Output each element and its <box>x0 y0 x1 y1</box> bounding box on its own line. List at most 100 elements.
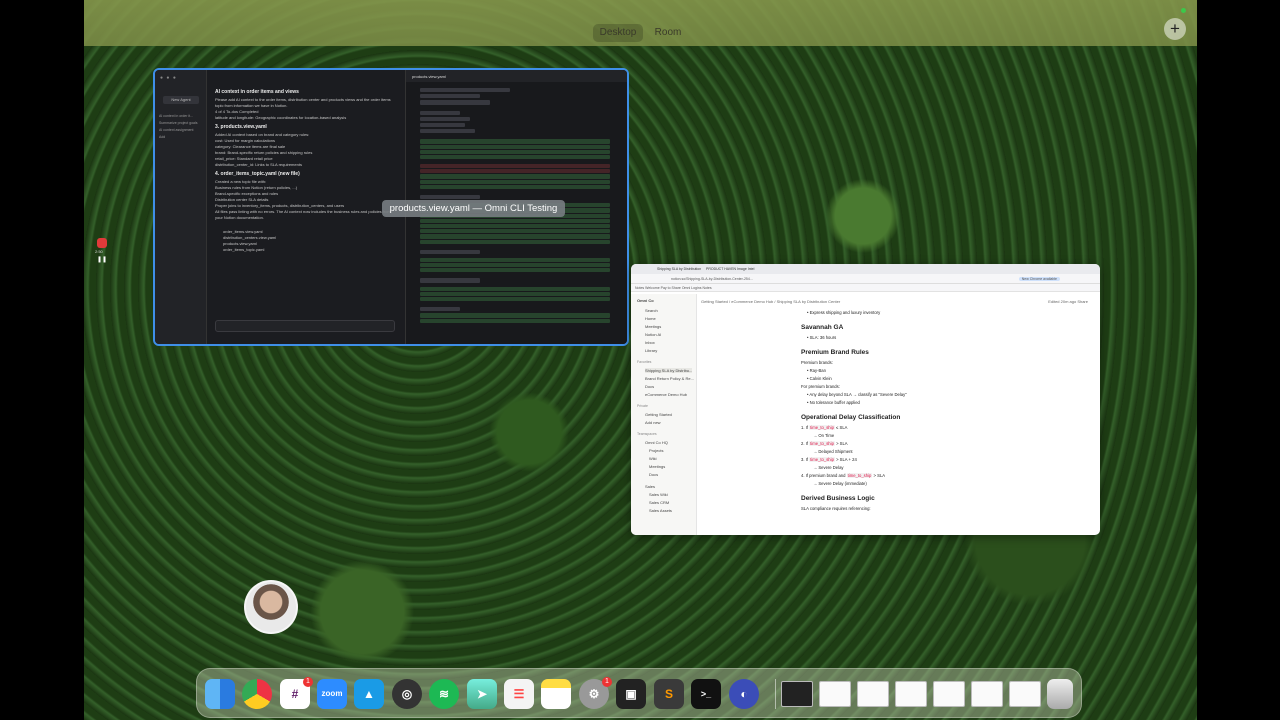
heading-derived: Derived Business Logic <box>801 495 875 502</box>
chrome-icon[interactable] <box>242 679 272 709</box>
window-thumbnail[interactable] <box>857 681 889 707</box>
presenter-avatar <box>244 580 298 634</box>
settings-badge: 1 <box>602 677 612 687</box>
sidebar-item-favorite[interactable]: Docs <box>645 384 654 389</box>
window-thumbnail[interactable] <box>819 681 851 707</box>
space-room-tab[interactable]: Room <box>652 24 684 42</box>
ops-result: → Severe Delay <box>813 465 844 470</box>
sidebar-item-team[interactable]: Omni Co HQ <box>645 440 668 445</box>
address-bar[interactable]: notion.so/Shipping-SLA-by-Distribution-C… <box>631 274 1100 284</box>
window-thumbnail[interactable] <box>971 681 1003 707</box>
pause-icon[interactable]: ❚❚ <box>97 256 107 264</box>
dock-separator <box>775 679 776 709</box>
sidebar-item-home[interactable]: Home <box>645 316 656 321</box>
maps-icon[interactable]: ➤ <box>467 679 497 709</box>
sidebar-item-library[interactable]: Library <box>645 348 657 353</box>
workspace-name[interactable]: Omni Co <box>637 298 654 303</box>
bullet: • SLA: 36 hours <box>807 335 837 340</box>
code-tab[interactable]: products.view.yaml <box>406 70 627 82</box>
space-desktop-tab[interactable]: Desktop <box>593 24 643 42</box>
sidebar-item-team[interactable]: Sales Wiki <box>649 492 668 497</box>
sidebar-item[interactable]: AI context in order it... <box>159 114 203 119</box>
sidebar-item[interactable]: AI context assignment <box>159 128 203 133</box>
sidebar-item-favorite[interactable]: Brand Return Policy & Re... <box>645 376 694 381</box>
sidebar-item-team[interactable]: Sales CRM <box>649 500 669 505</box>
sidebar-item-favorite[interactable]: Shipping SLA by Distribu... <box>645 368 693 373</box>
trash-icon[interactable] <box>1047 679 1073 709</box>
app-icon[interactable]: ◐ <box>729 679 759 709</box>
sidebar-item-team[interactable]: Sales Assets <box>649 508 672 513</box>
window-thumbnail[interactable] <box>895 681 927 707</box>
sublime-icon[interactable]: S <box>654 679 684 709</box>
box-icon[interactable]: ▣ <box>616 679 646 709</box>
sidebar-item-private[interactable]: Getting Started <box>645 412 672 417</box>
terminal-icon[interactable]: >_ <box>691 679 721 709</box>
record-timer: 2:50 <box>95 249 103 254</box>
heading-savannah: Savannah GA <box>801 324 844 331</box>
spotify-icon[interactable]: ≋ <box>429 679 459 709</box>
notes-icon[interactable] <box>541 679 571 709</box>
sidebar-item[interactable]: Summarize project goals <box>159 121 203 126</box>
sidebar-item-team[interactable]: Wiki <box>649 456 657 461</box>
omni-icon[interactable]: ◎ <box>392 679 422 709</box>
reminders-icon[interactable]: ☰ <box>504 679 534 709</box>
traffic-lights[interactable]: ● ● ● <box>160 75 177 81</box>
browser-tab-bar[interactable]: Shipping SLA by Distribution PRODUCT HAV… <box>631 264 1100 274</box>
favorites-header: Favorites <box>637 360 652 364</box>
url-text[interactable]: notion.so/Shipping-SLA-by-Distribution-C… <box>671 277 753 281</box>
ops-result: → On Time <box>813 433 835 438</box>
chat-heading: 4. order_items_topic.yaml (new file) <box>215 171 300 177</box>
window-thumbnail[interactable] <box>933 681 965 707</box>
chat-intro: Please add AI context to the order items… <box>215 97 391 108</box>
bullet: • Express shipping and luxury inventory <box>807 310 881 315</box>
sidebar-item-team[interactable]: Sales <box>645 484 655 489</box>
sidebar-item-team[interactable]: Projects <box>649 448 663 453</box>
browser-tab[interactable]: Shipping SLA by Distribution <box>657 267 701 271</box>
notion-sidebar: Omni Co Search Home Meetings Notion AI I… <box>631 294 697 535</box>
window-thumbnail[interactable] <box>1009 681 1041 707</box>
bullet: • No tolerance buffer applied <box>807 400 860 405</box>
ops-rule: 4. If premium brand and time_to_ship > S… <box>801 473 886 478</box>
chat-input[interactable] <box>215 320 395 332</box>
changed-file[interactable]: order_items_topic.yaml <box>223 247 393 253</box>
finder-icon[interactable] <box>205 679 235 709</box>
sidebar-item[interactable]: Add <box>159 135 203 140</box>
sidebar-item-inbox[interactable]: Inbox <box>645 340 655 345</box>
sidebar-item-team[interactable]: Meetings <box>649 464 665 469</box>
heading-operational: Operational Delay Classification <box>801 414 901 421</box>
ops-result: → Delayed Shipment <box>813 449 853 454</box>
dock: # 1 zoom ▲ ◎ ≋ ➤ ☰ ⚙ 1 ▣ S >_ ◐ <box>196 668 1082 718</box>
bullet: • Ray-Ban <box>807 368 826 373</box>
browser-window[interactable]: Shipping SLA by Distribution PRODUCT HAV… <box>631 264 1100 535</box>
paragraph: Premium brands: <box>801 360 833 365</box>
sidebar-item-notion-ai[interactable]: Notion AI <box>645 332 661 337</box>
sidebar-item-private[interactable]: Add new <box>645 420 661 425</box>
window-thumbnail[interactable] <box>781 681 813 707</box>
notion-page: Getting Started / eCommerce Demo Hub / S… <box>701 294 1096 535</box>
browser-tab[interactable]: PRODUCT HAVEN Image Intel <box>706 267 754 271</box>
bullet: • Calvin Klein <box>807 376 832 381</box>
chat-title: AI context in order items and views <box>215 89 299 95</box>
sidebar-item-team[interactable]: Docs <box>649 472 658 477</box>
bookmarks-bar[interactable]: Notes Welcome Pay to Share Omni Logins N… <box>631 284 1100 292</box>
slack-badge: 1 <box>303 677 313 687</box>
chat-line: All files pass linting with no errors. T… <box>215 209 391 220</box>
sidebar-item-search[interactable]: Search <box>645 308 658 313</box>
page-actions[interactable]: Edited 20m ago Share <box>1048 299 1088 304</box>
cursor-icon[interactable]: ▲ <box>354 679 384 709</box>
agent-chat-panel: AI context in order items and views Plea… <box>215 86 393 336</box>
chat-line: latitude and longitude: Geographic coord… <box>215 115 347 120</box>
zoom-icon[interactable]: zoom <box>317 679 347 709</box>
paragraph: For premium brands: <box>801 384 840 389</box>
sidebar-item-favorite[interactable]: eCommerce Demo Hub <box>645 392 687 397</box>
ops-result: → Severe Delay (immediate) <box>813 481 867 486</box>
editor-sidebar: ● ● ● New Agent AI context in order it..… <box>155 70 207 344</box>
chrome-update-button[interactable]: New Chrome available <box>1018 277 1060 281</box>
record-stop-icon[interactable] <box>97 238 107 248</box>
add-space-button[interactable]: + <box>1164 18 1186 40</box>
sidebar-item-meetings[interactable]: Meetings <box>645 324 661 329</box>
teamspaces-header: Teamspaces <box>637 432 657 436</box>
new-agent-button[interactable]: New Agent <box>163 96 199 104</box>
breadcrumb[interactable]: Getting Started / eCommerce Demo Hub / S… <box>701 299 840 304</box>
ops-rule: 2. If time_to_ship > SLA <box>801 441 848 446</box>
